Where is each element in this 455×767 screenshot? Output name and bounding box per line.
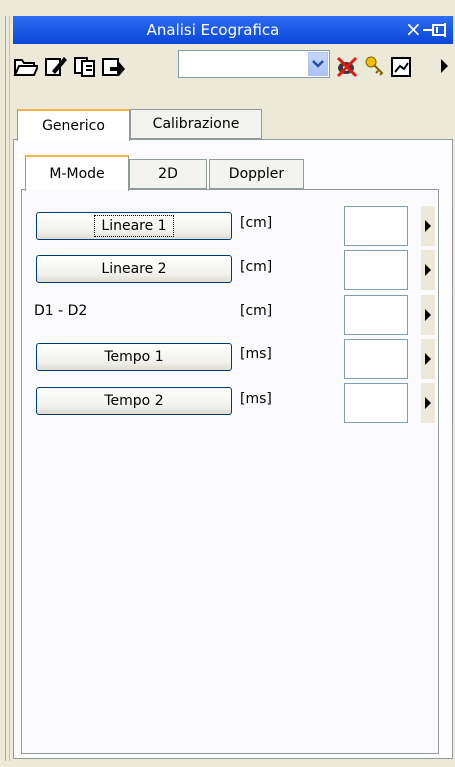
tab-generico[interactable]: Generico <box>17 109 130 141</box>
lineare-1-label: Lineare 1 <box>94 215 174 237</box>
tempo-1-label: Tempo 1 <box>104 349 164 365</box>
close-icon[interactable]: × <box>405 18 422 40</box>
window-title: Analisi Ecografica <box>146 21 280 39</box>
d1-d2-label: D1 - D2 <box>34 303 88 319</box>
tab-calibrazione[interactable]: Calibrazione <box>130 109 262 139</box>
lineare-2-unit: [cm] <box>240 259 273 275</box>
chevron-down-icon[interactable] <box>308 52 328 76</box>
tab-m-mode[interactable]: M-Mode <box>25 155 129 191</box>
tab-2d[interactable]: 2D <box>129 159 207 189</box>
panel-left-edge-inner <box>9 16 10 761</box>
tab-doppler[interactable]: Doppler <box>209 159 304 189</box>
more-icon[interactable] <box>440 58 450 74</box>
d1-d2-arrow-icon[interactable] <box>421 295 435 335</box>
tempo-2-label: Tempo 2 <box>104 393 164 409</box>
tempo-2-arrow-icon[interactable] <box>421 383 435 423</box>
lineare-2-value[interactable] <box>344 250 408 290</box>
lineare-1-arrow-icon[interactable] <box>421 206 435 246</box>
panel-left-edge <box>5 16 6 761</box>
lineare-1-value[interactable] <box>344 206 408 246</box>
tempo-1-button[interactable]: Tempo 1 <box>36 343 232 371</box>
tempo-1-arrow-icon[interactable] <box>421 339 435 379</box>
tempo-1-value[interactable] <box>344 339 408 379</box>
open-folder-icon[interactable] <box>12 50 38 80</box>
pin-icon[interactable] <box>423 22 451 38</box>
tempo-2-unit: [ms] <box>240 391 272 407</box>
title-bar: Analisi Ecografica × <box>13 16 453 44</box>
lineare-1-button[interactable]: Lineare 1 <box>36 212 232 240</box>
lineare-2-arrow-icon[interactable] <box>421 250 435 290</box>
chart-icon[interactable] <box>389 50 415 80</box>
key-icon[interactable] <box>362 50 388 80</box>
tempo-2-button[interactable]: Tempo 2 <box>36 387 232 415</box>
tempo-1-unit: [ms] <box>240 346 272 362</box>
d1-d2-value[interactable] <box>344 295 408 335</box>
copy-icon[interactable] <box>72 50 98 80</box>
lineare-2-button[interactable]: Lineare 2 <box>36 255 232 283</box>
toolbar-combo[interactable] <box>178 50 330 78</box>
edit-icon[interactable] <box>42 50 68 80</box>
lineare-2-label: Lineare 2 <box>101 261 167 277</box>
lineare-1-unit: [cm] <box>240 215 273 231</box>
tempo-2-value[interactable] <box>344 383 408 423</box>
export-icon[interactable] <box>100 50 126 80</box>
d1-d2-unit: [cm] <box>240 303 273 319</box>
no-view-icon[interactable] <box>334 50 360 80</box>
